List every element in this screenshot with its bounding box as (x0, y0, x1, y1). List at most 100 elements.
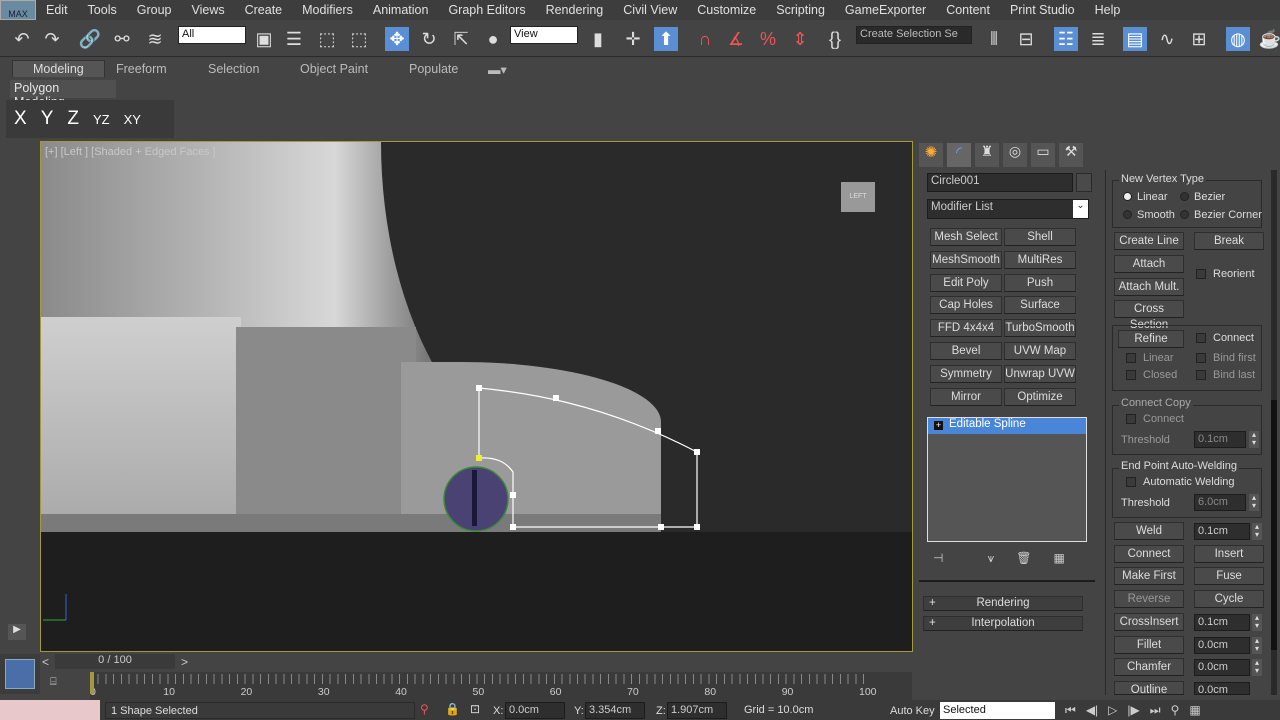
tab-populate[interactable]: Populate (409, 62, 458, 76)
menu-edit[interactable]: Edit (36, 3, 78, 17)
keyboard-shortcut-override-icon[interactable]: ⬆ (654, 27, 678, 51)
pan-icon[interactable]: ▦ (1189, 703, 1200, 718)
radio-smooth[interactable] (1123, 210, 1132, 219)
crossinsert-field[interactable]: 0.1cm (1194, 614, 1250, 631)
modifier-button-multires[interactable]: MultiRes (1004, 250, 1076, 269)
hierarchy-tab-icon[interactable]: ♜ (975, 143, 999, 167)
connect-checkbox[interactable] (1196, 333, 1206, 343)
ribbon-options-icon[interactable]: ▬▾ (488, 62, 507, 77)
toggle-ribbon-icon[interactable]: ▤ (1123, 27, 1147, 51)
connect-copy-checkbox[interactable] (1126, 414, 1136, 424)
move-icon[interactable]: ✥ (385, 27, 409, 51)
manipulate-icon[interactable]: ✛ (621, 27, 645, 51)
axis-x-button[interactable]: X (14, 108, 27, 130)
fuse-button[interactable]: Fuse (1194, 567, 1264, 585)
menu-scripting[interactable]: Scripting (766, 3, 835, 17)
menu-create[interactable]: Create (235, 3, 293, 17)
menu-gameexporter[interactable]: GameExporter (835, 3, 936, 17)
spinner-icon[interactable]: ▴ ▾ (1249, 431, 1259, 448)
menu-modifiers[interactable]: Modifiers (292, 3, 363, 17)
modifier-button-surface[interactable]: Surface (1004, 296, 1076, 315)
break-button[interactable]: Break (1194, 232, 1264, 250)
tab-object-paint[interactable]: Object Paint (300, 62, 368, 76)
object-name-field[interactable]: Circle001 (927, 173, 1073, 192)
x-field[interactable]: 0.0cm (505, 702, 565, 719)
cycle-button[interactable]: Cycle (1194, 590, 1264, 608)
window-crossing-icon[interactable]: ⬚ (347, 27, 371, 51)
menu-group[interactable]: Group (127, 3, 182, 17)
modifier-button-symmetry[interactable]: Symmetry (930, 364, 1002, 383)
unlink-icon[interactable]: ⚯ (110, 27, 134, 51)
play-preview-icon[interactable]: ▶ (8, 624, 26, 640)
menu-tools[interactable]: Tools (78, 3, 127, 17)
spinner-icon[interactable]: ▴ ▾ (1249, 494, 1259, 511)
pin-stack-icon[interactable]: ⊣ (933, 551, 943, 566)
render-setup-icon[interactable]: ☕ (1258, 27, 1280, 51)
modifier-button-cap-holes[interactable]: Cap Holes (930, 296, 1002, 315)
menu-content[interactable]: Content (936, 3, 1000, 17)
menu-graph-editors[interactable]: Graph Editors (438, 3, 535, 17)
modifier-button-shell[interactable]: Shell (1004, 228, 1076, 246)
weld-button[interactable]: Weld (1114, 522, 1184, 540)
cross-section-button[interactable]: Cross Section (1114, 300, 1184, 331)
auto-key-button[interactable]: Auto Key (890, 705, 935, 717)
rect-selection-icon[interactable]: ⬚ (315, 27, 339, 51)
scene-explorer-icon[interactable]: ☷ (1054, 27, 1078, 51)
insert-button[interactable]: Insert (1194, 545, 1264, 563)
lock-icon[interactable]: 🔒 (445, 702, 460, 716)
modifier-button-unwrap-uvw[interactable]: Unwrap UVW (1004, 364, 1076, 383)
menu-views[interactable]: Views (181, 3, 234, 17)
modifier-button-edit-poly[interactable]: Edit Poly (930, 273, 1002, 292)
automatic-welding-checkbox[interactable] (1126, 477, 1136, 487)
reverse-button[interactable]: Reverse (1114, 590, 1184, 608)
spinner-icon[interactable]: ▴ ▾ (1252, 637, 1262, 654)
display-tab-icon[interactable]: ▭ (1031, 143, 1055, 167)
menu-rendering[interactable]: Rendering (536, 3, 614, 17)
undo-icon[interactable]: ↶ (10, 27, 34, 51)
create-line-button[interactable]: Create Line (1114, 232, 1184, 250)
bind-space-warp-icon[interactable]: ≋ (143, 27, 167, 51)
modifier-button-optimize[interactable]: Optimize (1004, 387, 1076, 406)
app-logo[interactable]: MAX (0, 0, 36, 20)
redo-icon[interactable]: ↷ (40, 27, 64, 51)
angle-snap-icon[interactable]: ∡ (724, 27, 748, 51)
radio-bezier-corner[interactable] (1180, 210, 1189, 219)
mirror-icon[interactable]: ⫴ (982, 27, 1006, 51)
radio-bezier[interactable] (1180, 192, 1189, 201)
layer-explorer-icon[interactable]: ≣ (1086, 27, 1110, 51)
chamfer-button[interactable]: Chamfer (1114, 658, 1184, 676)
connect-copy-threshold-field[interactable]: 0.1cm (1194, 431, 1246, 448)
select-object-icon[interactable]: ▣ (252, 27, 276, 51)
curve-editor-icon[interactable]: ∿ (1155, 27, 1179, 51)
modifier-button-uvw-map[interactable]: UVW Map (1004, 342, 1076, 360)
modifier-button-ffd-4x4x4[interactable]: FFD 4x4x4 (930, 319, 1002, 338)
polygon-modeling-panel[interactable]: Polygon Modeling (10, 80, 116, 109)
axis-y-button[interactable]: Y (41, 108, 54, 130)
fillet-field[interactable]: 0.0cm (1194, 637, 1250, 654)
spinner-icon[interactable]: ▴ ▾ (1252, 614, 1262, 631)
modifier-button-push[interactable]: Push (1004, 273, 1076, 292)
chevron-down-icon[interactable]: ⌄ (1073, 200, 1088, 218)
modifier-list-dropdown[interactable]: Modifier List (927, 199, 1089, 219)
object-color-swatch[interactable] (1076, 173, 1092, 192)
place-icon[interactable]: ● (481, 27, 505, 51)
y-field[interactable]: 3.354cm (585, 702, 645, 719)
modify-tab-icon[interactable]: ◜ (947, 143, 971, 167)
current-frame-marker[interactable] (90, 672, 94, 694)
rotate-icon[interactable]: ↻ (417, 27, 441, 51)
isolate-icon[interactable]: ⚲ (420, 702, 429, 716)
tab-selection[interactable]: Selection (208, 62, 259, 76)
axis-yz-button[interactable]: YZ (93, 112, 110, 127)
rendering-rollout[interactable]: + Rendering (923, 596, 1083, 611)
curve-editor-toggle-icon[interactable]: ⌸ (50, 676, 70, 694)
ref-coord-dropdown[interactable]: View (510, 26, 578, 44)
bind-last-checkbox[interactable] (1196, 370, 1206, 380)
tab-modeling[interactable]: Modeling (12, 60, 105, 77)
utilities-tab-icon[interactable]: ⚒ (1059, 143, 1083, 167)
connect-button[interactable]: Connect (1114, 545, 1184, 563)
align-icon[interactable]: ⊟ (1014, 27, 1038, 51)
named-selection-dropdown[interactable]: Create Selection Se (856, 26, 972, 44)
reorient-checkbox[interactable] (1196, 269, 1206, 279)
z-field[interactable]: 1.907cm (667, 702, 727, 719)
play-icon[interactable]: ▷ (1108, 703, 1117, 718)
